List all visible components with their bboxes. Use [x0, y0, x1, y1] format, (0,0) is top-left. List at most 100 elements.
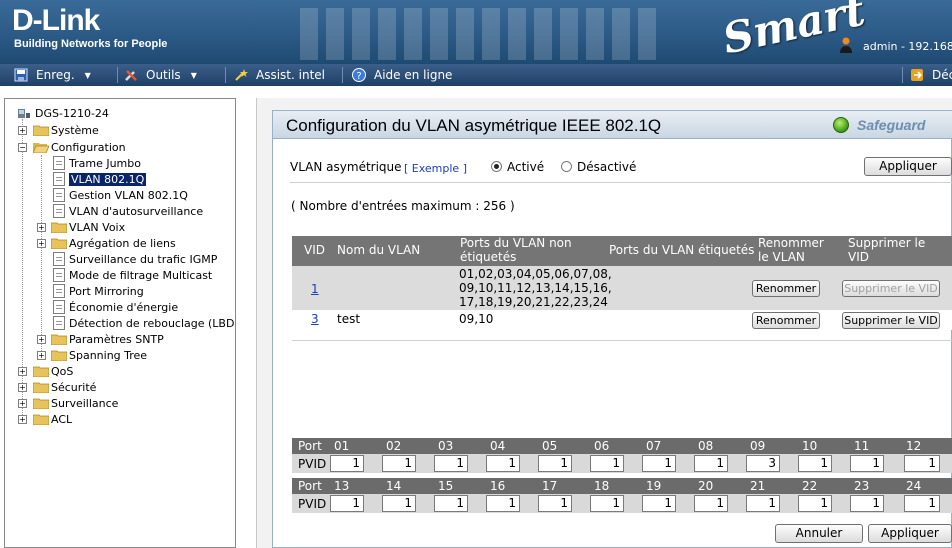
pvid-input[interactable]: 1: [486, 455, 520, 472]
pvid-input[interactable]: 1: [798, 495, 832, 512]
save-icon: [14, 68, 28, 82]
expand-icon[interactable]: +: [18, 399, 27, 408]
port-number: 05: [542, 439, 558, 453]
disabled-radio[interactable]: [561, 161, 572, 172]
expand-icon[interactable]: +: [18, 126, 27, 135]
enabled-radio[interactable]: [491, 161, 502, 172]
delete-vid-button-disabled[interactable]: Supprimer le VID: [842, 280, 940, 297]
wizard-button[interactable]: Assist. intel: [234, 66, 325, 84]
example-link[interactable]: [ Exemple ]: [404, 162, 467, 175]
header-banner: D-Link Building Networks for People Smar…: [0, 0, 952, 64]
tree-item-monitoring[interactable]: Surveillance: [33, 395, 118, 411]
untagged-ports-cell: 09,10: [459, 312, 494, 326]
port-number: 20: [698, 479, 714, 493]
expand-icon[interactable]: +: [18, 383, 27, 392]
pvid-input[interactable]: 1: [538, 495, 572, 512]
port-header-row: Port 01 02 03 04 05 06 07 08 09 10 11 12: [292, 438, 952, 454]
pvid-input[interactable]: 1: [330, 495, 364, 512]
tree-item-link-aggregation[interactable]: Agrégation de liens: [51, 235, 176, 251]
pvid-input[interactable]: 1: [434, 455, 468, 472]
pvid-input[interactable]: 1: [904, 495, 940, 512]
page-icon: [53, 188, 65, 202]
tree-item-jumbo-frame[interactable]: Trame Jumbo: [53, 155, 141, 171]
help-icon: ?: [352, 68, 366, 82]
cancel-button[interactable]: Annuler: [775, 524, 863, 543]
tree-item-acl[interactable]: ACL: [33, 411, 72, 427]
tools-menu[interactable]: Outils ▼: [124, 66, 197, 84]
pvid-input[interactable]: 1: [642, 495, 676, 512]
tree-item-label: Agrégation de liens: [69, 236, 176, 250]
tree-item-power-saving[interactable]: Économie d'énergie: [53, 299, 178, 315]
apply-asym-button[interactable]: Appliquer: [864, 157, 952, 176]
tree-root-switch[interactable]: DGS-1210-24: [17, 105, 109, 121]
table-row: 1 01,02,03,04,05,06,07,08, 09,10,11,12,1…: [292, 266, 952, 310]
pvid-input[interactable]: 1: [694, 495, 728, 512]
pvid-input[interactable]: 1: [904, 455, 940, 472]
table-row: 3 test 09,10 Renommer Supprimer le VID: [292, 310, 952, 330]
tree-item-spanning-tree[interactable]: Spanning Tree: [51, 347, 147, 363]
pvid-input[interactable]: 1: [590, 495, 624, 512]
pvid-input[interactable]: 1: [330, 455, 364, 472]
tree-guide: [41, 155, 42, 357]
tree-item-sntp-settings[interactable]: Paramètres SNTP: [51, 331, 164, 347]
svg-text:?: ?: [356, 71, 361, 82]
tree-item-label-selected: VLAN 802.1Q: [69, 172, 147, 186]
expand-icon[interactable]: +: [37, 335, 46, 344]
tree-item-vlan-management[interactable]: Gestion VLAN 802.1Q: [53, 187, 188, 203]
expand-icon[interactable]: +: [18, 415, 27, 424]
tree-item-loopback-detection[interactable]: Détection de rebouclage (LBD): [53, 315, 235, 331]
vid-link[interactable]: 3: [311, 312, 319, 326]
pvid-input[interactable]: 1: [642, 455, 676, 472]
wizard-icon: [235, 69, 248, 81]
apply-button[interactable]: Appliquer: [868, 524, 952, 543]
col-vid: VID: [304, 243, 325, 257]
vid-link[interactable]: 1: [311, 282, 319, 296]
pvid-input[interactable]: 3: [746, 455, 780, 472]
logout-button[interactable]: Déc: [910, 66, 952, 84]
tree-item-multicast-filtering[interactable]: Mode de filtrage Multicast: [53, 267, 212, 283]
expand-icon[interactable]: +: [37, 351, 46, 360]
port-number: 11: [854, 439, 870, 453]
pvid-input[interactable]: 1: [486, 495, 520, 512]
tree-item-configuration[interactable]: Configuration: [33, 139, 126, 155]
tree-item-vlan-8021q[interactable]: VLAN 802.1Q: [53, 171, 147, 187]
page-icon: [53, 156, 65, 170]
pvid-input[interactable]: 1: [382, 455, 416, 472]
tree-item-port-mirroring[interactable]: Port Mirroring: [53, 283, 144, 299]
pvid-input[interactable]: 1: [850, 495, 884, 512]
port-number: 04: [490, 439, 506, 453]
rename-button[interactable]: Renommer: [752, 280, 820, 297]
save-menu[interactable]: Enreg. ▼: [14, 66, 91, 84]
expand-icon[interactable]: +: [37, 223, 46, 232]
tree-item-auto-surveillance-vlan[interactable]: VLAN d'autosurveillance: [53, 203, 203, 219]
tree-item-security[interactable]: Sécurité: [33, 379, 96, 395]
pvid-input[interactable]: 1: [694, 455, 728, 472]
chevron-down-icon: ▼: [190, 70, 197, 80]
pvid-row-label: PVID: [298, 457, 327, 471]
pvid-input[interactable]: 1: [850, 455, 884, 472]
logout-label: Déc: [932, 68, 952, 82]
pvid-input[interactable]: 1: [434, 495, 468, 512]
help-button[interactable]: ? Aide en ligne: [352, 66, 452, 84]
expand-icon[interactable]: +: [37, 239, 46, 248]
tree-item-igmp-snooping[interactable]: Surveillance du trafic IGMP: [53, 251, 217, 267]
banner-decoration: [300, 8, 660, 60]
pvid-input[interactable]: 1: [746, 495, 780, 512]
tree-item-label: Système: [51, 123, 99, 137]
port-header-row: Port 13 14 15 16 17 18 19 20 21 22 23 24: [292, 478, 952, 494]
delete-vid-button[interactable]: Supprimer le VID: [842, 312, 940, 329]
pvid-input[interactable]: 1: [382, 495, 416, 512]
pvid-input[interactable]: 1: [590, 455, 624, 472]
safeguard-indicator: Safeguard: [833, 115, 925, 135]
col-tagged-ports: Ports du VLAN étiquetés: [609, 243, 755, 257]
collapse-icon[interactable]: −: [18, 143, 27, 152]
tree-item-qos[interactable]: QoS: [33, 363, 73, 379]
toolbar-divider: [902, 67, 903, 83]
page-icon: [53, 284, 65, 298]
tree-item-system[interactable]: Système: [33, 122, 99, 138]
tree-item-voice-vlan[interactable]: VLAN Voix: [51, 219, 125, 235]
expand-icon[interactable]: +: [18, 367, 27, 376]
pvid-input[interactable]: 1: [538, 455, 572, 472]
pvid-input[interactable]: 1: [798, 455, 832, 472]
rename-button[interactable]: Renommer: [752, 312, 820, 329]
